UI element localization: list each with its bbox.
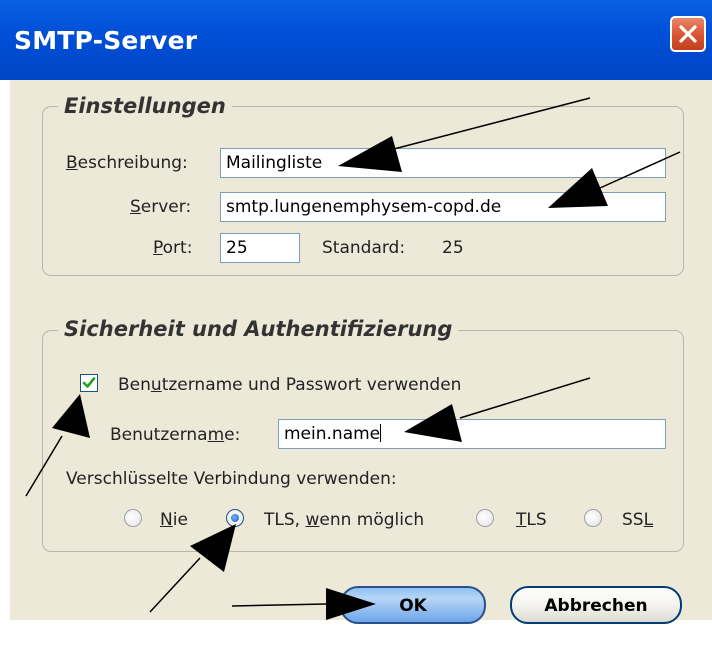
checkmark-icon — [82, 377, 96, 388]
description-field[interactable]: Mailingliste — [220, 148, 666, 178]
use-credentials-checkbox[interactable] — [80, 374, 98, 392]
port-value: 25 — [226, 238, 248, 258]
radio-nie-label: Nie — [160, 510, 188, 530]
port-label: Port: — [153, 238, 193, 258]
server-label: Server: — [130, 197, 192, 217]
radio-tls[interactable] — [476, 509, 494, 527]
server-value: smtp.lungenemphysem-copd.de — [226, 197, 502, 217]
ok-button[interactable]: OK — [340, 586, 486, 624]
window-title: SMTP-Server — [14, 26, 198, 55]
description-label: Beschreibung: — [66, 153, 188, 173]
encryption-label: Verschlüsselte Verbindung verwenden: — [66, 469, 397, 489]
smtp-server-dialog: SMTP-Server Einstellungen Beschreibung: … — [0, 0, 712, 646]
radio-tls-label: TLS — [516, 510, 547, 530]
use-credentials-label: Benutzername und Passwort verwenden — [118, 375, 462, 395]
default-port-label: Standard: — [322, 238, 406, 258]
server-field[interactable]: smtp.lungenemphysem-copd.de — [220, 192, 666, 222]
cancel-button[interactable]: Abbrechen — [510, 586, 682, 624]
username-field[interactable]: mein.name — [278, 419, 666, 449]
radio-nie[interactable] — [124, 509, 142, 527]
username-value: mein.name — [284, 424, 381, 444]
description-value: Mailingliste — [226, 153, 323, 173]
radio-tls-if-possible-label: TLS, wenn möglich — [264, 510, 425, 530]
text-caret — [380, 424, 382, 442]
close-button[interactable] — [670, 16, 706, 52]
radio-ssl-label: SSL — [622, 510, 654, 530]
radio-selected-dot — [231, 514, 239, 522]
port-field[interactable]: 25 — [220, 233, 300, 263]
username-label: Benutzername: — [110, 425, 241, 445]
title-bar[interactable]: SMTP-Server — [0, 0, 712, 80]
security-legend: Sicherheit und Authentifizierung — [58, 317, 459, 341]
radio-ssl[interactable] — [584, 509, 602, 527]
radio-tls-if-possible[interactable] — [226, 509, 244, 527]
default-port-value: 25 — [442, 238, 464, 258]
settings-legend: Einstellungen — [58, 94, 232, 118]
close-icon — [679, 25, 697, 43]
